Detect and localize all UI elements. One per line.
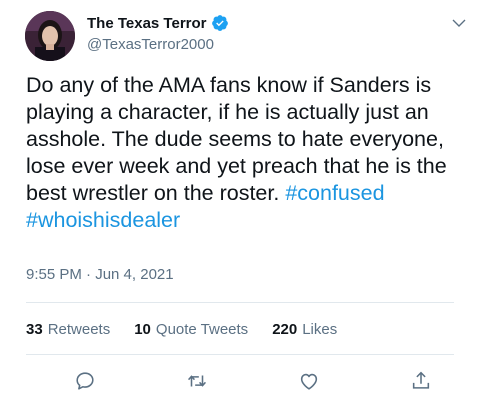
retweet-icon (187, 375, 207, 387)
reply-button[interactable] (74, 370, 96, 392)
retweet-button[interactable] (186, 370, 208, 392)
likes-label: Likes (302, 321, 338, 338)
user-handle[interactable]: @TexasTerror2000 (87, 36, 214, 53)
tweet-text: Do any of the AMA fans know if Sanders i… (26, 72, 471, 234)
share-button[interactable] (410, 370, 432, 392)
share-icon (412, 371, 430, 389)
retweets-stat[interactable]: 33 Retweets (26, 321, 110, 338)
verified-badge-icon (211, 15, 228, 31)
quote-tweets-count: 10 (134, 321, 151, 338)
retweets-label: Retweets (47, 321, 111, 338)
hashtag-link[interactable]: #confused (285, 181, 384, 205)
like-icon (300, 373, 318, 390)
hashtag-link[interactable]: #whoishisdealer (26, 208, 180, 232)
quote-tweets-stat[interactable]: 10 Quote Tweets (134, 321, 248, 338)
tweet-card: The Texas Terror @TexasTerror2000 Do any… (0, 0, 480, 405)
avatar[interactable] (25, 11, 75, 61)
divider (26, 302, 454, 303)
quote-tweets-label: Quote Tweets (155, 321, 249, 338)
tweet-stats: 33 Retweets 10 Quote Tweets 220 Likes (26, 321, 361, 338)
tweet-timestamp[interactable]: 9:55 PM · Jun 4, 2021 (26, 266, 174, 283)
like-button[interactable] (298, 370, 320, 392)
display-name[interactable]: The Texas Terror (87, 15, 207, 32)
reply-icon (76, 372, 94, 390)
retweets-count: 33 (26, 321, 43, 338)
likes-stat[interactable]: 220 Likes (272, 321, 337, 338)
likes-count: 220 (272, 321, 298, 338)
chevron-down-icon[interactable] (450, 14, 468, 32)
tweet-actions (0, 370, 480, 392)
divider (26, 354, 454, 355)
author-name-row: The Texas Terror (87, 14, 229, 32)
